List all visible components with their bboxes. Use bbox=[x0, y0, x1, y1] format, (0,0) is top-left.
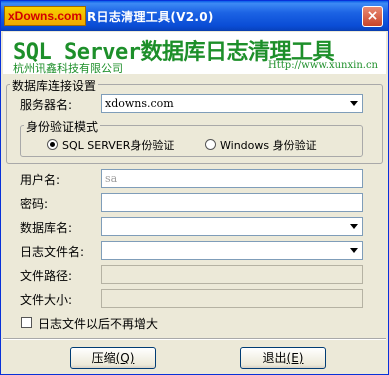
filepath-label: 文件路径: bbox=[20, 269, 73, 283]
username-label: 用户名: bbox=[20, 173, 61, 187]
logfile-combobox[interactable] bbox=[101, 241, 363, 260]
database-label: 数据库名: bbox=[20, 221, 73, 235]
company-name: 杭州讯鑫科技有限公司 bbox=[13, 62, 123, 75]
footer-divider bbox=[3, 338, 386, 340]
filesize-label: 文件大小: bbox=[20, 293, 73, 307]
connection-settings-label: 数据库连接设置 bbox=[10, 77, 99, 94]
server-label: 服务器名: bbox=[20, 98, 73, 112]
password-label: 密码: bbox=[20, 197, 49, 211]
compress-button[interactable]: 压缩(Q) bbox=[70, 347, 156, 369]
exit-button[interactable]: 退出(E) bbox=[240, 347, 326, 369]
windows-auth-label[interactable]: Windows 身份验证 bbox=[220, 137, 317, 153]
database-combobox[interactable] bbox=[101, 217, 363, 236]
password-input[interactable] bbox=[101, 193, 363, 212]
title-bar[interactable]: xDowns.com R日志清理工具(V2.0) × bbox=[1, 1, 388, 31]
main-window: xDowns.com R日志清理工具(V2.0) × SQL Server数据库… bbox=[0, 0, 389, 375]
close-button[interactable]: × bbox=[362, 6, 383, 27]
filepath-input[interactable] bbox=[101, 265, 363, 284]
username-value: sa bbox=[105, 172, 118, 185]
close-icon: × bbox=[366, 8, 379, 24]
exit-hotkey: (E) bbox=[286, 351, 304, 365]
compress-button-label: 压缩 bbox=[91, 351, 116, 365]
header-banner: SQL Server数据库日志清理工具 杭州讯鑫科技有限公司 Http://ww… bbox=[3, 32, 386, 75]
server-combobox[interactable]: xdowns.com bbox=[101, 94, 363, 113]
window-title: R日志清理工具(V2.0) bbox=[87, 10, 214, 24]
sql-auth-radio[interactable] bbox=[47, 139, 58, 150]
exit-button-label: 退出 bbox=[262, 351, 287, 365]
chevron-down-icon[interactable] bbox=[346, 219, 361, 234]
chevron-down-icon[interactable] bbox=[346, 96, 361, 111]
windows-auth-radio[interactable] bbox=[205, 139, 216, 150]
chevron-down-icon[interactable] bbox=[346, 243, 361, 258]
server-value: xdowns.com bbox=[105, 97, 174, 110]
xdowns-logo: xDowns.com bbox=[4, 6, 87, 26]
auth-mode-label: 身份验证模式 bbox=[24, 118, 101, 135]
no-grow-label[interactable]: 日志文件以后不再增大 bbox=[38, 315, 158, 332]
website-url: Http://www.xunxin.cn bbox=[268, 60, 378, 71]
logfile-label: 日志文件名: bbox=[20, 245, 85, 259]
username-input[interactable]: sa bbox=[101, 169, 363, 188]
filesize-input[interactable] bbox=[101, 289, 363, 308]
sql-auth-label[interactable]: SQL SERVER身份验证 bbox=[62, 137, 174, 153]
compress-hotkey: (Q) bbox=[115, 351, 135, 365]
no-grow-checkbox[interactable] bbox=[21, 317, 32, 328]
